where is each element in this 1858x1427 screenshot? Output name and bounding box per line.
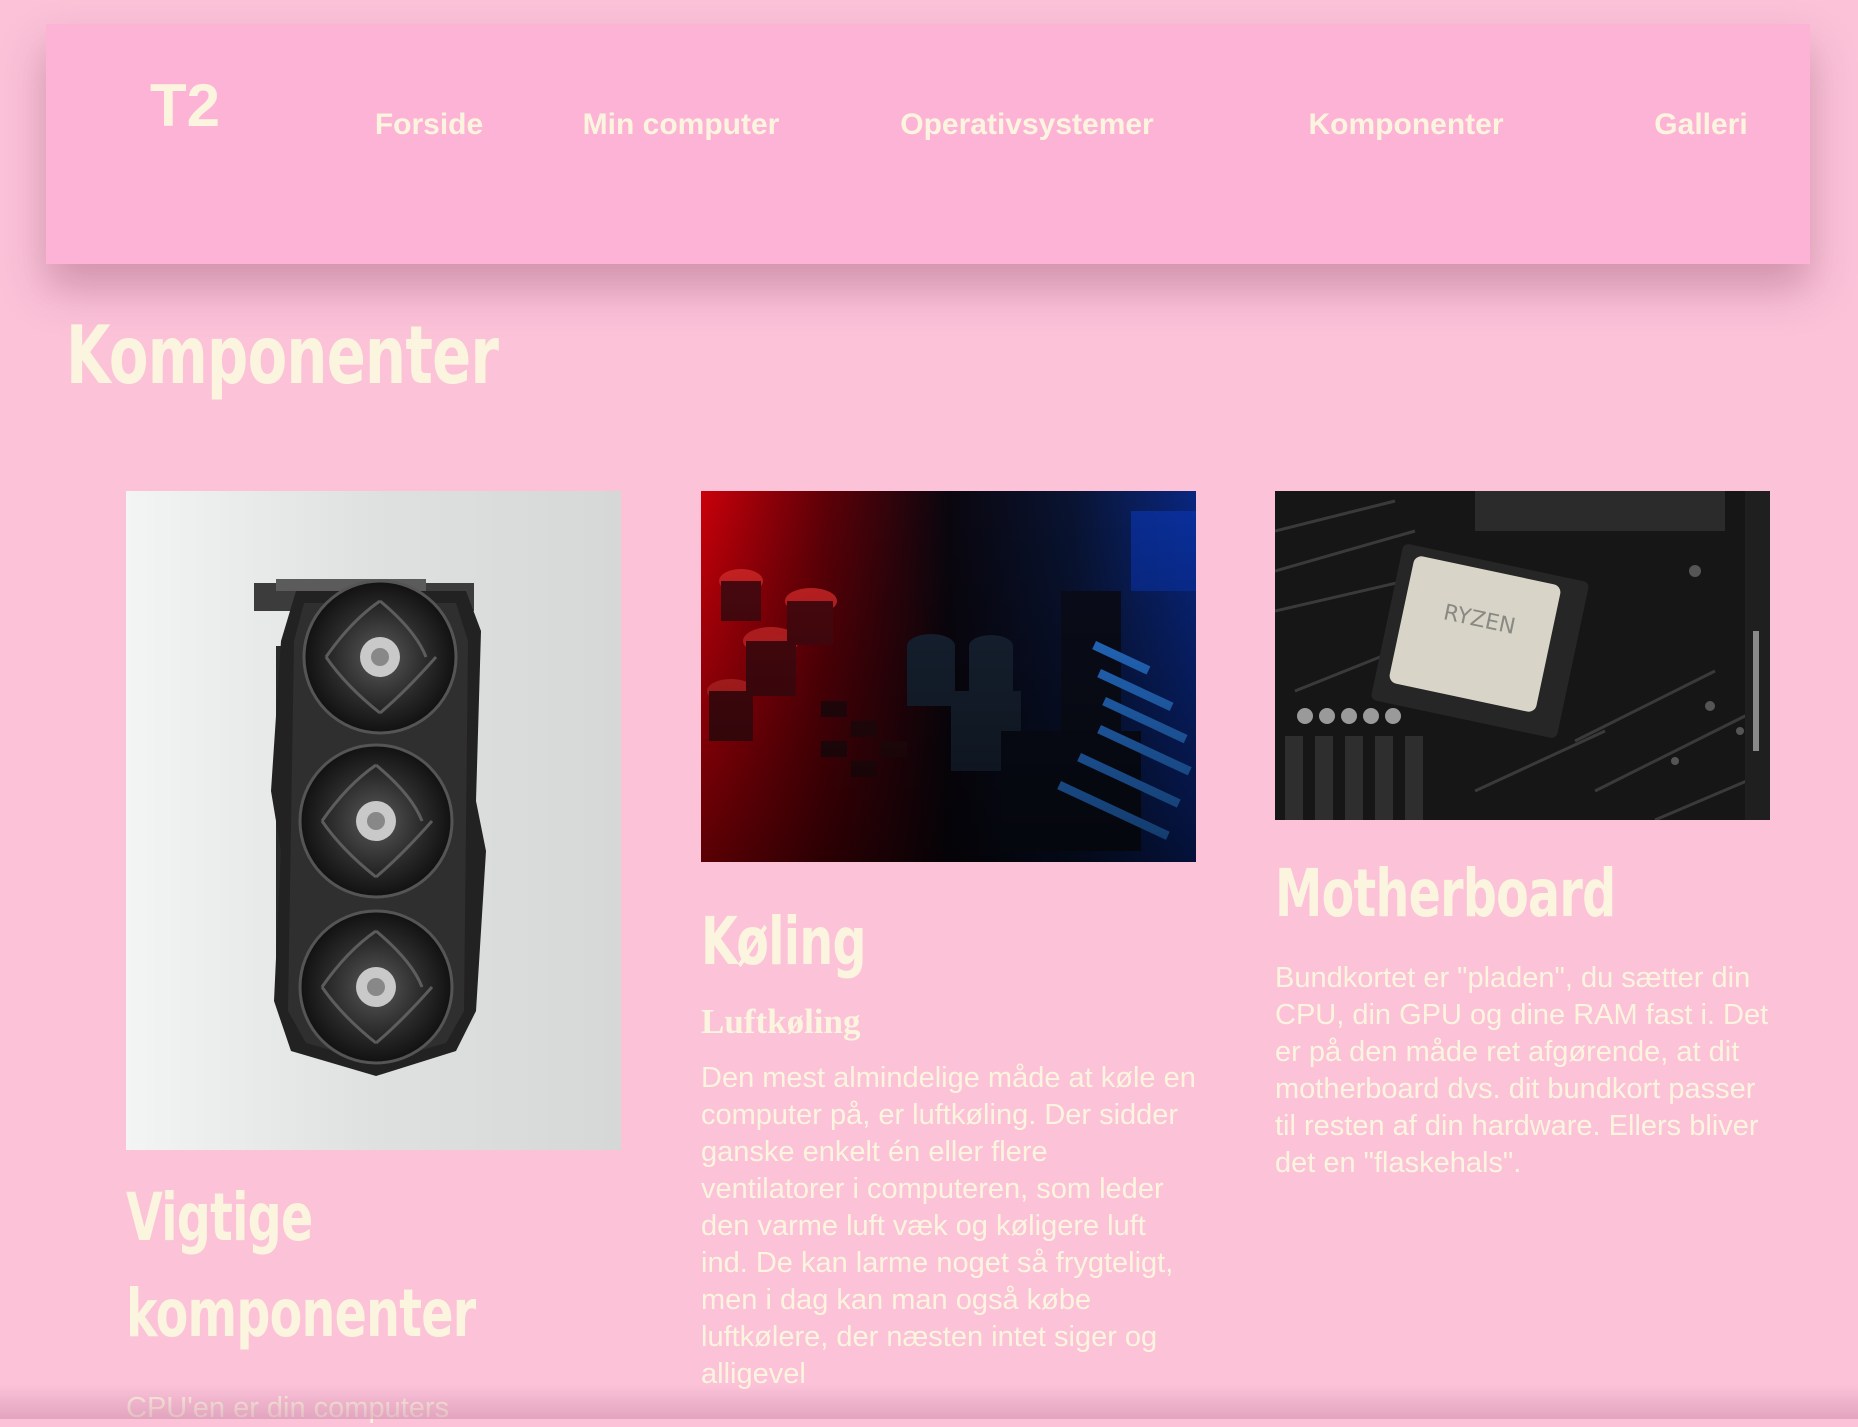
motherboard-image: RYZEN (1275, 491, 1770, 820)
card-title: Køling (701, 903, 866, 980)
card-text: Den mest almindelige måde at køle en com… (701, 1062, 1196, 1390)
circuit-board-image (701, 491, 1196, 862)
bottom-shadow (0, 1385, 1858, 1419)
page-title: Komponenter (66, 309, 499, 402)
nav-link-min-computer[interactable]: Min computer (556, 106, 806, 143)
card-koling: Køling Luftkøling Den mest almindelige m… (701, 491, 1196, 1393)
card-motherboard: RYZEN Motherboard Bundkortet er "pladen"… (1275, 491, 1770, 1182)
site-logo[interactable]: T2 (150, 76, 220, 136)
top-navigation-bar: T2 Forside Min computer Operativsystemer… (46, 24, 1810, 264)
card-title-line: Vigtige komponenter (126, 1179, 476, 1352)
card-text: Bundkortet er "pladen", du sætter din CP… (1275, 962, 1769, 1179)
nav-link-operativsystemer[interactable]: Operativsystemer (840, 106, 1214, 143)
graphics-card-image (126, 491, 621, 1150)
card-title: Vigtige komponenter (126, 1170, 482, 1362)
card-subheading: Luftkøling (701, 1002, 861, 1041)
card-vigtige-komponenter: Vigtige komponenter CPU'en er din comput… (126, 491, 621, 1427)
nav-link-forside[interactable]: Forside (324, 106, 534, 143)
card-title: Motherboard (1275, 855, 1616, 932)
nav-link-komponenter[interactable]: Komponenter (1246, 106, 1566, 143)
nav-link-galleri[interactable]: Galleri (1586, 106, 1816, 143)
